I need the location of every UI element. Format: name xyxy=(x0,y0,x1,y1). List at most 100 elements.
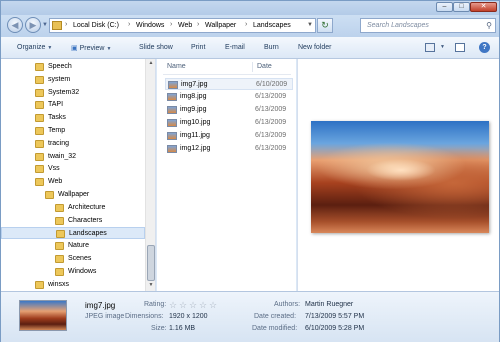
star-icon[interactable]: ☆ xyxy=(189,300,197,311)
folder-icon xyxy=(35,280,44,289)
change-view-icon[interactable] xyxy=(425,43,435,52)
help-icon[interactable]: ? xyxy=(479,42,490,53)
nav-tree-item[interactable]: Nature xyxy=(1,240,145,252)
date-modified-value[interactable]: 6/10/2009 5:28 PM xyxy=(305,325,364,332)
burn-button[interactable]: Burn xyxy=(264,44,279,51)
nav-tree-item[interactable]: system xyxy=(1,74,145,86)
file-row[interactable]: img9.jpg 6/13/2009 xyxy=(165,104,293,116)
file-list: Name Date img7.jpg 6/10/2009 img8.jpg 6/13/… xyxy=(157,59,296,291)
maximize-button[interactable]: □ xyxy=(453,2,470,12)
address-bar[interactable]: › Local Disk (C:) › Windows › Web › Wall… xyxy=(49,18,316,33)
nav-tree-item[interactable]: Scenes xyxy=(1,253,145,265)
nav-tree-item[interactable]: tracing xyxy=(1,138,145,150)
header-divider xyxy=(163,74,291,75)
refresh-button[interactable]: ↻ xyxy=(317,18,333,33)
star-icon[interactable]: ☆ xyxy=(199,300,207,311)
breadcrumb-separator-icon[interactable]: › xyxy=(65,21,67,28)
print-button[interactable]: Print xyxy=(191,44,205,51)
preview-pane-toggle-icon[interactable] xyxy=(455,43,465,52)
authors-value[interactable]: Martin Ruegner xyxy=(305,301,353,308)
slideshow-button[interactable]: Slide show xyxy=(139,44,173,51)
file-row[interactable]: img12.jpg 6/13/2009 xyxy=(165,143,293,155)
nav-tree-label: Windows xyxy=(68,267,97,275)
breadcrumb-landscapes[interactable]: Landscapes xyxy=(253,22,291,29)
email-button[interactable]: E-mail xyxy=(225,44,245,51)
nav-tree-item[interactable]: Characters xyxy=(1,215,145,227)
star-icon[interactable]: ☆ xyxy=(209,300,217,311)
column-header-name[interactable]: Name xyxy=(167,63,186,70)
nav-tree-item[interactable]: Landscapes xyxy=(1,227,145,240)
image-file-icon xyxy=(167,145,177,153)
nav-tree-label: Web xyxy=(48,178,63,186)
file-name: img7.jpg xyxy=(181,81,208,88)
preview-pane xyxy=(297,59,499,291)
file-name: img12.jpg xyxy=(180,145,211,152)
folder-icon xyxy=(52,21,62,30)
minimize-button[interactable]: – xyxy=(436,2,453,12)
scrollbar-thumb[interactable] xyxy=(147,245,155,281)
breadcrumb-separator-icon[interactable]: › xyxy=(245,21,247,28)
file-row[interactable]: img10.jpg 6/13/2009 xyxy=(165,117,293,129)
star-icon[interactable]: ☆ xyxy=(169,300,177,311)
file-date: 6/10/2009 xyxy=(256,81,288,88)
folder-icon xyxy=(55,242,64,251)
scroll-down-icon[interactable]: ▼ xyxy=(147,282,155,290)
preview-menu[interactable]: ▣ Preview ▼ xyxy=(71,44,111,52)
nav-tree-item[interactable]: Wallpaper xyxy=(1,189,145,201)
date-created-value[interactable]: 7/13/2009 5:57 PM xyxy=(305,313,364,320)
nav-tree-item[interactable]: Vss xyxy=(1,163,145,175)
folder-icon xyxy=(35,178,44,187)
star-icon[interactable]: ☆ xyxy=(179,300,187,311)
nav-tree-item[interactable]: Web xyxy=(1,176,145,188)
file-row[interactable]: img8.jpg 6/13/2009 xyxy=(165,91,293,103)
nav-tree-item[interactable]: Temp xyxy=(1,125,145,137)
image-preview xyxy=(311,121,489,233)
nav-tree-item[interactable]: winsxs xyxy=(1,279,145,291)
breadcrumb-separator-icon[interactable]: › xyxy=(128,21,130,28)
breadcrumb-separator-icon[interactable]: › xyxy=(170,21,172,28)
nav-tree-item[interactable]: TAPI xyxy=(1,99,145,111)
file-name: img11.jpg xyxy=(180,132,210,139)
file-row[interactable]: img7.jpg 6/10/2009 xyxy=(165,78,293,90)
breadcrumb-web[interactable]: Web xyxy=(178,22,192,29)
folder-icon xyxy=(35,139,44,148)
column-divider[interactable] xyxy=(252,62,253,72)
breadcrumb-windows[interactable]: Windows xyxy=(136,22,164,29)
breadcrumb-separator-icon[interactable]: › xyxy=(197,21,199,28)
image-file-icon xyxy=(167,132,177,140)
back-button[interactable]: ◀ xyxy=(7,17,23,33)
file-row[interactable]: img11.jpg 6/13/2009 xyxy=(165,130,293,142)
size-label: Size: xyxy=(151,325,167,332)
search-placeholder: Search Landscapes xyxy=(367,22,429,29)
nav-tree-item[interactable]: Architecture xyxy=(1,202,145,214)
title-bar[interactable]: – □ ✕ xyxy=(1,1,499,15)
folder-icon xyxy=(35,75,44,84)
close-button[interactable]: ✕ xyxy=(470,2,497,12)
nav-scrollbar[interactable]: ▲ ▼ xyxy=(145,59,155,291)
address-row: ◀ ▶ ▼ › Local Disk (C:) › Windows › Web … xyxy=(1,15,499,37)
address-history-dropdown-icon[interactable]: ▼ xyxy=(307,22,313,28)
nav-tree-item[interactable]: System32 xyxy=(1,87,145,99)
column-header-date[interactable]: Date xyxy=(257,63,272,70)
nav-tree-item[interactable]: Speech xyxy=(1,61,145,73)
nav-tree-label: Architecture xyxy=(68,203,106,211)
forward-button[interactable]: ▶ xyxy=(25,17,41,33)
nav-tree-label: Wallpaper xyxy=(58,191,90,198)
new-folder-button[interactable]: New folder xyxy=(298,44,331,51)
nav-tree-label: winsxs xyxy=(48,280,70,288)
nav-tree-item[interactable]: Windows xyxy=(1,266,145,278)
search-icon[interactable]: ⚲ xyxy=(486,21,492,30)
folder-icon xyxy=(56,230,65,239)
organize-menu[interactable]: Organize ▼ xyxy=(17,44,52,51)
nav-tree-label: Scenes xyxy=(68,255,92,262)
recent-pages-dropdown-icon[interactable]: ▼ xyxy=(42,22,48,28)
rating-label: Rating: xyxy=(144,301,167,308)
breadcrumb-local-disk[interactable]: Local Disk (C:) xyxy=(73,22,119,29)
search-input[interactable]: Search Landscapes ⚲ xyxy=(360,18,496,33)
view-dropdown-icon[interactable]: ▼ xyxy=(438,43,445,50)
nav-tree-item[interactable]: Tasks xyxy=(1,112,145,124)
preview-highlight xyxy=(366,159,436,181)
nav-tree-item[interactable]: twain_32 xyxy=(1,151,145,163)
breadcrumb-wallpaper[interactable]: Wallpaper xyxy=(205,22,236,29)
scroll-up-icon[interactable]: ▲ xyxy=(147,60,155,68)
